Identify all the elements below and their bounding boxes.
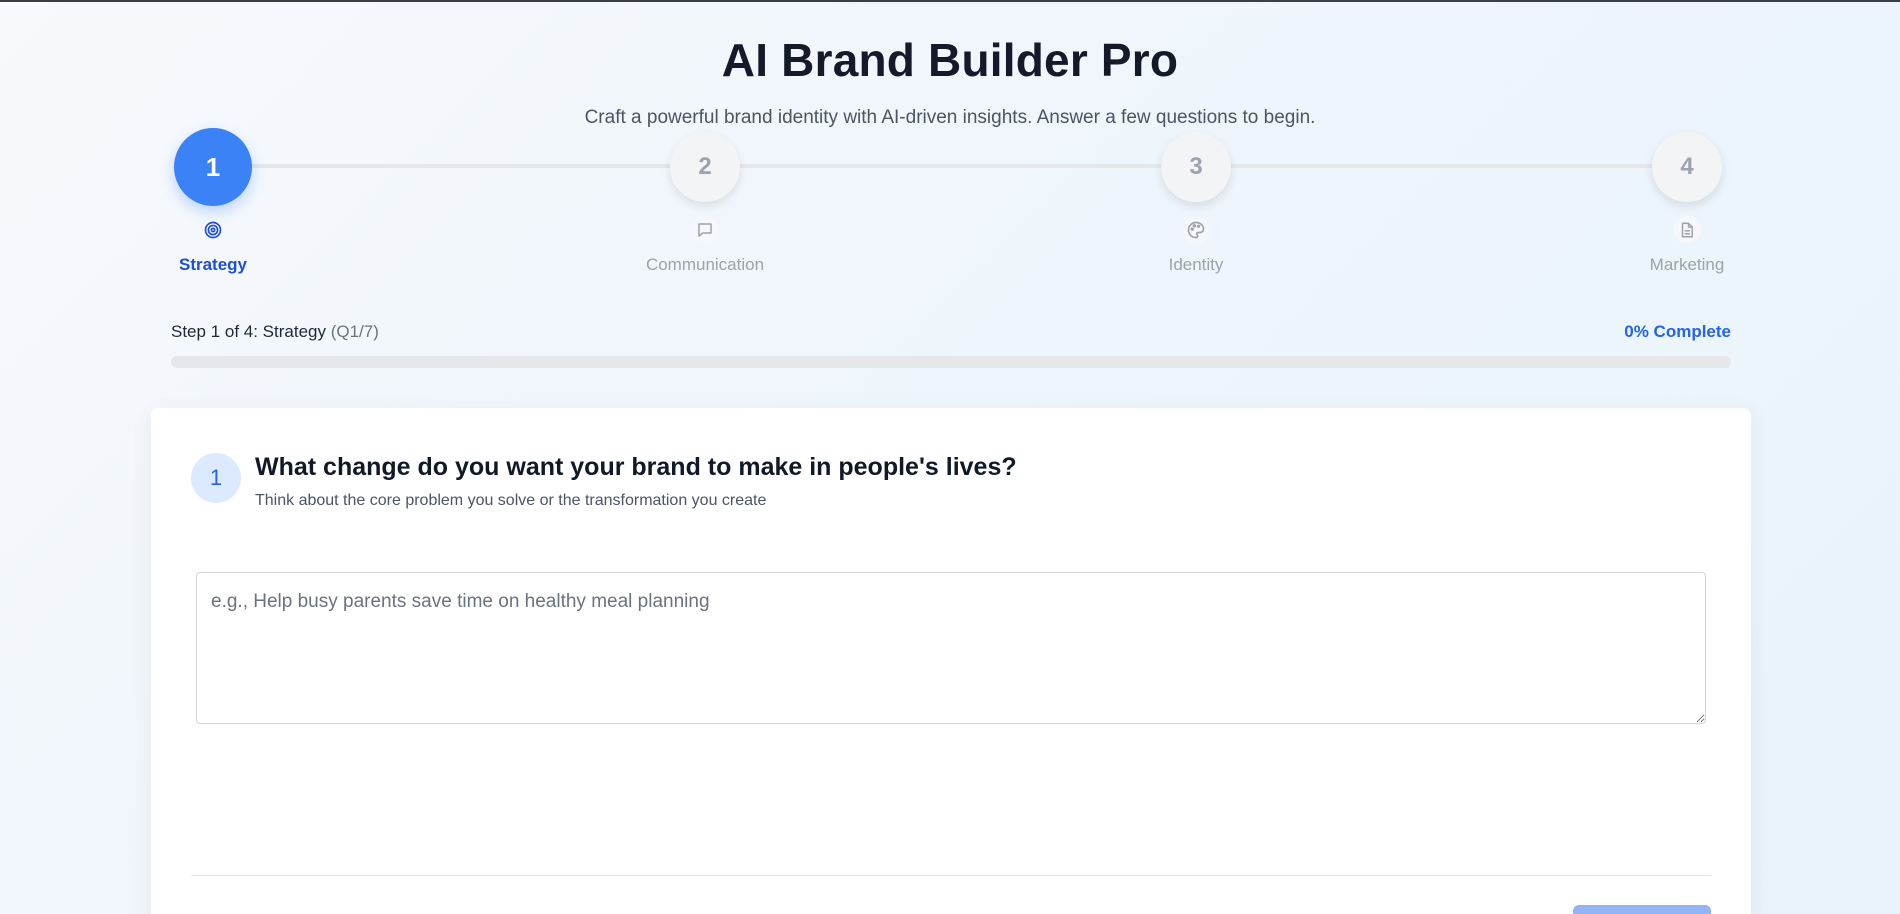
progress-bar — [171, 356, 1731, 368]
card-divider — [191, 875, 1711, 876]
question-card: 1 What change do you want your brand to … — [151, 408, 1751, 914]
step-label: Identity — [1168, 255, 1224, 274]
progress-question-count: (Q1/7) — [330, 322, 379, 341]
progress-step-text: Step 1 of 4: Strategy (Q1/7) — [171, 322, 379, 342]
step-number-circle[interactable]: 2 — [670, 132, 740, 202]
step-number-circle[interactable]: 3 — [1161, 132, 1231, 202]
target-icon — [199, 216, 227, 244]
page-header: AI Brand Builder Pro Craft a powerful br… — [0, 30, 1900, 130]
next-button[interactable] — [1573, 905, 1711, 914]
progress-step-label: Step 1 of 4: Strategy — [171, 322, 326, 341]
document-icon — [1673, 216, 1701, 244]
message-square-icon — [691, 216, 719, 244]
app-subtitle: Craft a powerful brand identity with AI-… — [584, 107, 1316, 128]
step-marketing[interactable]: 4 Marketing — [1607, 128, 1767, 276]
answer-textarea[interactable] — [196, 572, 1706, 724]
step-label: Marketing — [1649, 255, 1725, 274]
progress-percent: 0% Complete — [1624, 322, 1731, 341]
step-identity[interactable]: 3 Identity — [1116, 128, 1276, 276]
step-number-circle[interactable]: 4 — [1652, 132, 1722, 202]
step-label: Strategy — [178, 255, 248, 274]
stepper-connector-line — [210, 164, 1690, 168]
step-strategy[interactable]: 1 Strategy — [133, 128, 293, 276]
question-hint: Think about the core problem you solve o… — [255, 492, 767, 509]
step-number-circle[interactable]: 1 — [174, 128, 252, 206]
palette-icon — [1182, 216, 1210, 244]
question-number-badge: 1 — [191, 453, 241, 503]
step-label: Communication — [645, 255, 765, 274]
question-title: What change do you want your brand to ma… — [255, 453, 1017, 481]
step-progress-stepper: 1 Strategy 2 Communication 3 Identity 4 … — [170, 128, 1730, 288]
progress-status-row: Step 1 of 4: Strategy (Q1/7) 0% Complete — [171, 322, 1731, 346]
step-communication[interactable]: 2 Communication — [625, 128, 785, 276]
app-title: AI Brand Builder Pro — [721, 34, 1179, 86]
